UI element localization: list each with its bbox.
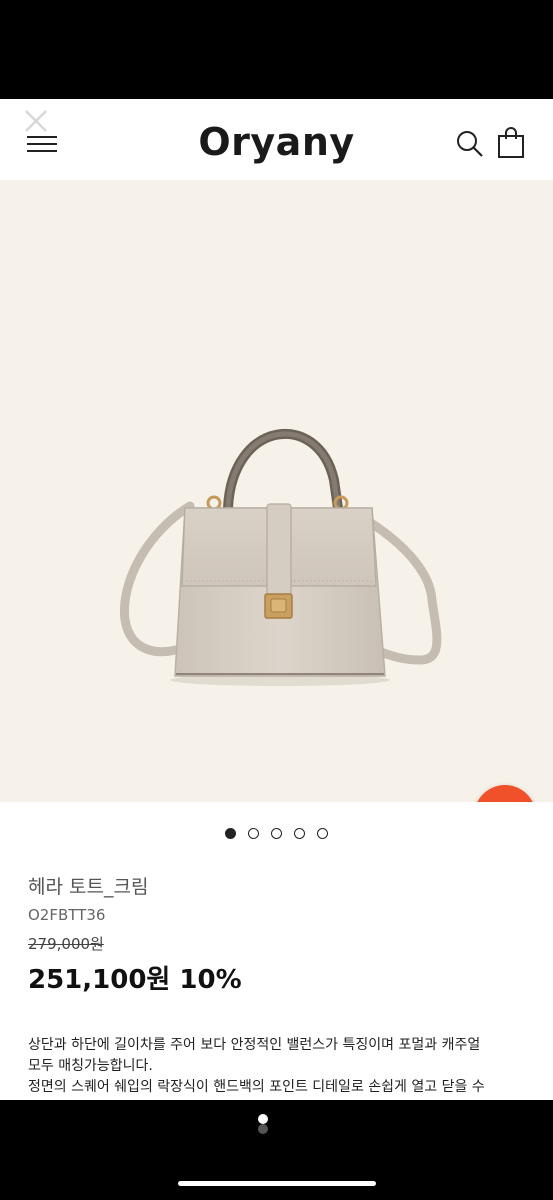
- cart-button[interactable]: [497, 127, 525, 159]
- handbag-product-photo: [119, 428, 442, 686]
- shopping-bag-icon: [498, 127, 524, 158]
- page-dot: [258, 1124, 268, 1134]
- product-code: O2FBTT36: [28, 906, 106, 924]
- description-line: 정면의 스퀘어 쉐입의 락장식이 핸드백의 포인트 디테일로 손쉽게 열고 닫을…: [28, 1079, 485, 1095]
- close-icon: [25, 110, 47, 132]
- sale-price: 251,100원 10%: [28, 965, 242, 995]
- search-icon: [457, 131, 483, 157]
- carousel-dot[interactable]: [225, 828, 236, 839]
- home-indicator[interactable]: [178, 1181, 376, 1186]
- image-carousel-indicator: [0, 828, 553, 840]
- status-bar: [0, 0, 553, 99]
- app-header: Oryany: [0, 99, 553, 180]
- carousel-dot[interactable]: [317, 828, 328, 839]
- search-button[interactable]: [456, 130, 484, 158]
- close-button[interactable]: [22, 107, 50, 135]
- carousel-dot[interactable]: [248, 828, 259, 839]
- carousel-dot[interactable]: [271, 828, 282, 839]
- menu-button[interactable]: [27, 136, 57, 156]
- product-image-gallery[interactable]: [0, 180, 553, 802]
- original-price: 279,000원: [28, 935, 104, 953]
- carousel-dot[interactable]: [294, 828, 305, 839]
- description-line: 모두 매칭가능합니다.: [28, 1058, 153, 1074]
- page-dot: [258, 1114, 268, 1124]
- hamburger-menu-icon-line: [27, 143, 57, 145]
- hamburger-menu-icon-line: [27, 150, 57, 152]
- brand-logo[interactable]: Oryany: [150, 117, 403, 167]
- bottom-system-bar: [0, 1100, 553, 1200]
- product-name: 헤라 토트_크림: [28, 876, 149, 898]
- product-info: 헤라 토트_크림 O2FBTT36 279,000원 251,100원 10% …: [0, 802, 553, 1100]
- product-description: 상단과 하단에 길이차를 주어 보다 안정적인 밸런스가 특징이며 포멀과 캐주…: [28, 1035, 533, 1098]
- page-indicator: [258, 1114, 298, 1134]
- description-line: 상단과 하단에 길이차를 주어 보다 안정적인 밸런스가 특징이며 포멀과 캐주…: [28, 1037, 481, 1053]
- hamburger-menu-icon: [27, 136, 57, 138]
